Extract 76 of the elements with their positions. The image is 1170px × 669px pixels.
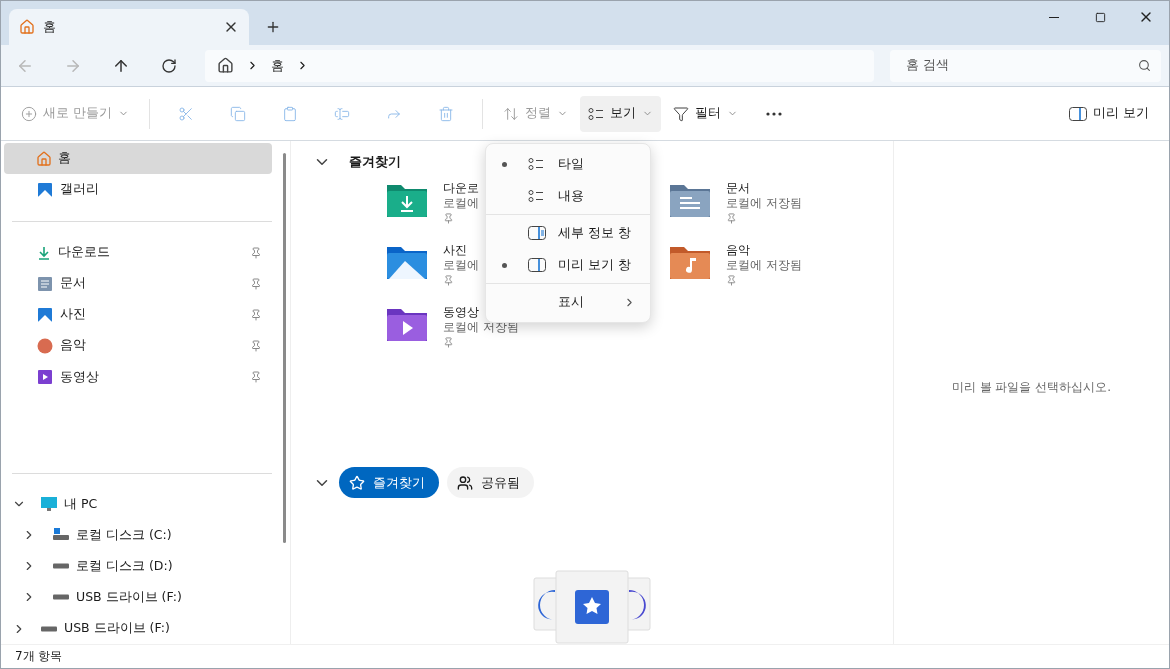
search-field[interactable]: 홈 검색 <box>889 49 1161 82</box>
folder-location: 로컬에 저장됨 <box>443 320 519 335</box>
monitor-icon <box>40 496 58 513</box>
rename-icon <box>334 105 350 122</box>
filter-button[interactable]: 필터 <box>665 95 746 132</box>
item-count: 7개 항목 <box>15 648 63 665</box>
menu-item[interactable]: 타일 <box>486 148 650 180</box>
sidebar-item[interactable]: 다운로드 <box>4 237 272 269</box>
menu-item[interactable]: 표시 <box>486 286 650 318</box>
people-icon <box>457 474 473 491</box>
content-view-icon <box>528 189 544 203</box>
plus-circle-icon <box>21 105 37 122</box>
copy-icon <box>230 105 246 122</box>
sidebar-item[interactable]: 갤러리 <box>4 174 272 206</box>
tree-item[interactable]: 내 PC <box>4 488 272 520</box>
tree-item[interactable]: 로컬 디스크 (C:) <box>4 519 272 551</box>
preview-pane-icon <box>1069 106 1087 121</box>
drive-icon <box>40 625 58 632</box>
menu-item[interactable]: 미리 보기 창 <box>486 249 650 281</box>
home-icon <box>36 150 52 167</box>
preview-message: 미리 볼 파일을 선택하십시오. <box>951 379 1112 396</box>
address-bar[interactable]: 홈 <box>204 49 874 82</box>
sidebar-item[interactable]: 사진 <box>4 299 272 331</box>
paste-icon <box>282 105 298 122</box>
details-pane-icon <box>528 226 546 240</box>
minimize-icon <box>1049 16 1059 18</box>
view-button[interactable]: 보기 <box>580 95 661 132</box>
filter-icon <box>673 105 689 122</box>
cut-icon <box>178 105 194 122</box>
menu-item[interactable]: 세부 정보 창 <box>486 217 650 249</box>
menu-item[interactable]: 내용 <box>486 180 650 212</box>
filter-tab[interactable]: 즐겨찾기 <box>339 467 439 498</box>
folder-name[interactable]: 사진 <box>443 243 479 258</box>
sidebar-item[interactable]: 동영상 <box>4 361 272 393</box>
star-icon <box>349 474 365 491</box>
film-icon <box>36 369 54 386</box>
tiles-view-icon <box>528 157 544 171</box>
preview-pane-icon <box>528 258 546 272</box>
tree-item[interactable]: USB 드라이브 (F:) <box>4 581 272 613</box>
list-view-icon <box>588 106 604 121</box>
sidebar-item[interactable]: 음악 <box>4 330 272 362</box>
tree-item[interactable]: 로컬 디스크 (D:) <box>4 550 272 582</box>
folder-name[interactable]: 문서 <box>726 181 802 196</box>
drive-icon <box>52 594 70 601</box>
folder-location: 로컬에 <box>443 196 479 211</box>
pin-icon <box>250 371 262 384</box>
filter-tab[interactable]: 공유됨 <box>447 467 534 498</box>
breadcrumb[interactable]: 홈 <box>270 56 284 75</box>
refresh-icon <box>160 57 177 74</box>
sidebar-item[interactable]: 문서 <box>4 268 272 300</box>
scrollbar-thumb[interactable] <box>283 153 286 543</box>
sort-icon <box>503 105 519 122</box>
maximize-icon <box>1094 11 1106 23</box>
pin-icon <box>250 340 262 352</box>
folder-name[interactable]: 음악 <box>726 243 802 258</box>
trash-icon <box>438 105 454 122</box>
drive-icon <box>52 563 70 570</box>
section-title: 즐겨찾기 <box>349 153 401 171</box>
document-icon <box>36 275 54 292</box>
tab[interactable]: 홈 <box>9 9 249 45</box>
pin-icon <box>250 308 262 321</box>
pin-icon <box>250 246 262 259</box>
plus-icon <box>265 19 281 35</box>
search-icon <box>1138 59 1151 72</box>
download-icon <box>36 244 52 261</box>
folder-location: 로컬에 <box>443 258 479 273</box>
sidebar-item[interactable]: 홈 <box>4 143 272 175</box>
folder-location: 로컬에 저장됨 <box>726 196 802 211</box>
preview-button[interactable]: 미리 보기 <box>1061 95 1157 132</box>
home-icon <box>216 57 234 74</box>
pin-icon <box>250 277 262 290</box>
tree-item[interactable]: USB 드라이브 (F:) <box>4 612 272 645</box>
folder-location: 로컬에 저장됨 <box>726 258 802 273</box>
more-icon <box>766 111 782 116</box>
home-icon <box>19 19 35 35</box>
folder-name[interactable]: 다운로 <box>443 181 479 196</box>
